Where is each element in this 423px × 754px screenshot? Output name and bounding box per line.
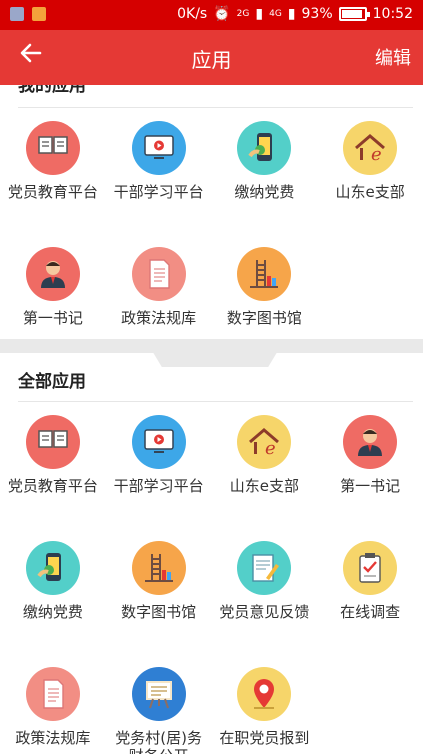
signal-icon: ▮ (287, 6, 296, 22)
app-label: 数字图书馆 (121, 603, 197, 621)
app-tile[interactable]: 缴纳党费 (0, 533, 106, 659)
page-title: 应用 (191, 48, 232, 72)
notification-icon (10, 7, 24, 21)
apps-content[interactable]: 我的应用 党员教育平台 干部学习平台 缴纳党费 e 山东e支部 第一书记 政策法规库 数字图书… (0, 85, 423, 754)
app-tile[interactable]: 缴纳党费 (212, 113, 318, 239)
app-notification-icon (32, 7, 46, 21)
clipboard-check-icon (343, 541, 398, 595)
open-book-icon (25, 121, 80, 175)
app-tile[interactable]: 数字图书馆 (106, 533, 212, 659)
presentation-board-icon (131, 667, 186, 721)
location-pin-icon (237, 667, 292, 721)
all-apps-title: 全部应用 (18, 372, 86, 392)
app-tile[interactable]: e 山东e支部 (212, 407, 318, 533)
person-avatar-icon (25, 247, 80, 301)
all-apps-grid: 党员教育平台 干部学习平台 e 山东e支部 第一书记缴纳党费 数字图书馆 党员意见反馈 在线调… (0, 407, 423, 754)
app-tile[interactable]: 在职党员报到 (212, 659, 318, 754)
status-bar: 0K/s ⏰ 2G ▮ 4G ▮ 93% 10:52 (0, 0, 423, 30)
home-e-logo-icon: e (343, 121, 398, 175)
person-avatar-icon (343, 415, 398, 469)
signal-2g-label: 2G (236, 9, 250, 19)
signal-4g-label: 4G (269, 9, 282, 19)
my-apps-grid: 党员教育平台 干部学习平台 缴纳党费 e 山东e支部第一书记 政策法规库 数字图书馆 (0, 113, 423, 365)
signal-icon: ▮ (255, 6, 264, 22)
app-tile[interactable]: 在线调查 (317, 533, 423, 659)
app-bar: 应用 编辑 (0, 30, 423, 85)
app-tile[interactable]: e 山东e支部 (317, 113, 423, 239)
battery-fill (341, 10, 363, 18)
library-ladder-icon (237, 247, 292, 301)
app-tile[interactable]: 政策法规库 (0, 659, 106, 754)
app-label: 第一书记 (22, 309, 83, 327)
app-label: 缴纳党费 (234, 183, 295, 201)
video-monitor-icon (131, 121, 186, 175)
svg-text:e: e (265, 438, 276, 459)
my-apps-title: 我的应用 (18, 85, 86, 96)
app-label: 山东e支部 (229, 477, 299, 495)
video-monitor-icon (131, 415, 186, 469)
app-label: 缴纳党费 (22, 603, 83, 621)
phone-payment-icon (237, 121, 292, 175)
app-label: 山东e支部 (335, 183, 405, 201)
edit-button[interactable]: 编辑 (375, 44, 411, 70)
app-label: 在线调查 (340, 603, 401, 621)
app-label: 第一书记 (340, 477, 401, 495)
phone-payment-icon (25, 541, 80, 595)
divider (18, 107, 413, 108)
divider (18, 401, 413, 402)
app-label: 干部学习平台 (113, 477, 204, 495)
battery-percent: 93% (301, 6, 333, 22)
app-tile[interactable]: 干部学习平台 (106, 113, 212, 239)
app-label: 政策法规库 (121, 309, 197, 327)
app-label: 党务村(居)务财务公开 (115, 729, 202, 754)
open-book-icon (25, 415, 80, 469)
document-icon (131, 247, 186, 301)
app-label: 党员教育平台 (7, 183, 98, 201)
app-label: 在职党员报到 (219, 729, 310, 747)
app-tile[interactable]: 党务村(居)务财务公开 (106, 659, 212, 754)
app-label: 干部学习平台 (113, 183, 204, 201)
notepad-pencil-icon (237, 541, 292, 595)
network-speed: 0K/s (177, 6, 208, 22)
home-e-logo-icon: e (237, 415, 292, 469)
alarm-icon: ⏰ (213, 6, 231, 22)
app-tile[interactable]: 党员意见反馈 (212, 533, 318, 659)
battery-icon (338, 7, 370, 21)
app-tile[interactable]: 第一书记 (317, 407, 423, 533)
clock: 10:52 (372, 6, 413, 22)
app-tile[interactable]: 党员教育平台 (0, 113, 106, 239)
library-ladder-icon (131, 541, 186, 595)
document-icon (25, 667, 80, 721)
app-tile[interactable]: 干部学习平台 (106, 407, 212, 533)
section-separator-notch (145, 339, 285, 367)
app-label: 数字图书馆 (226, 309, 302, 327)
app-label: 党员教育平台 (7, 477, 98, 495)
app-tile[interactable]: 党员教育平台 (0, 407, 106, 533)
svg-text:e: e (371, 144, 382, 165)
app-label: 政策法规库 (15, 729, 91, 747)
app-label: 党员意见反馈 (219, 603, 310, 621)
